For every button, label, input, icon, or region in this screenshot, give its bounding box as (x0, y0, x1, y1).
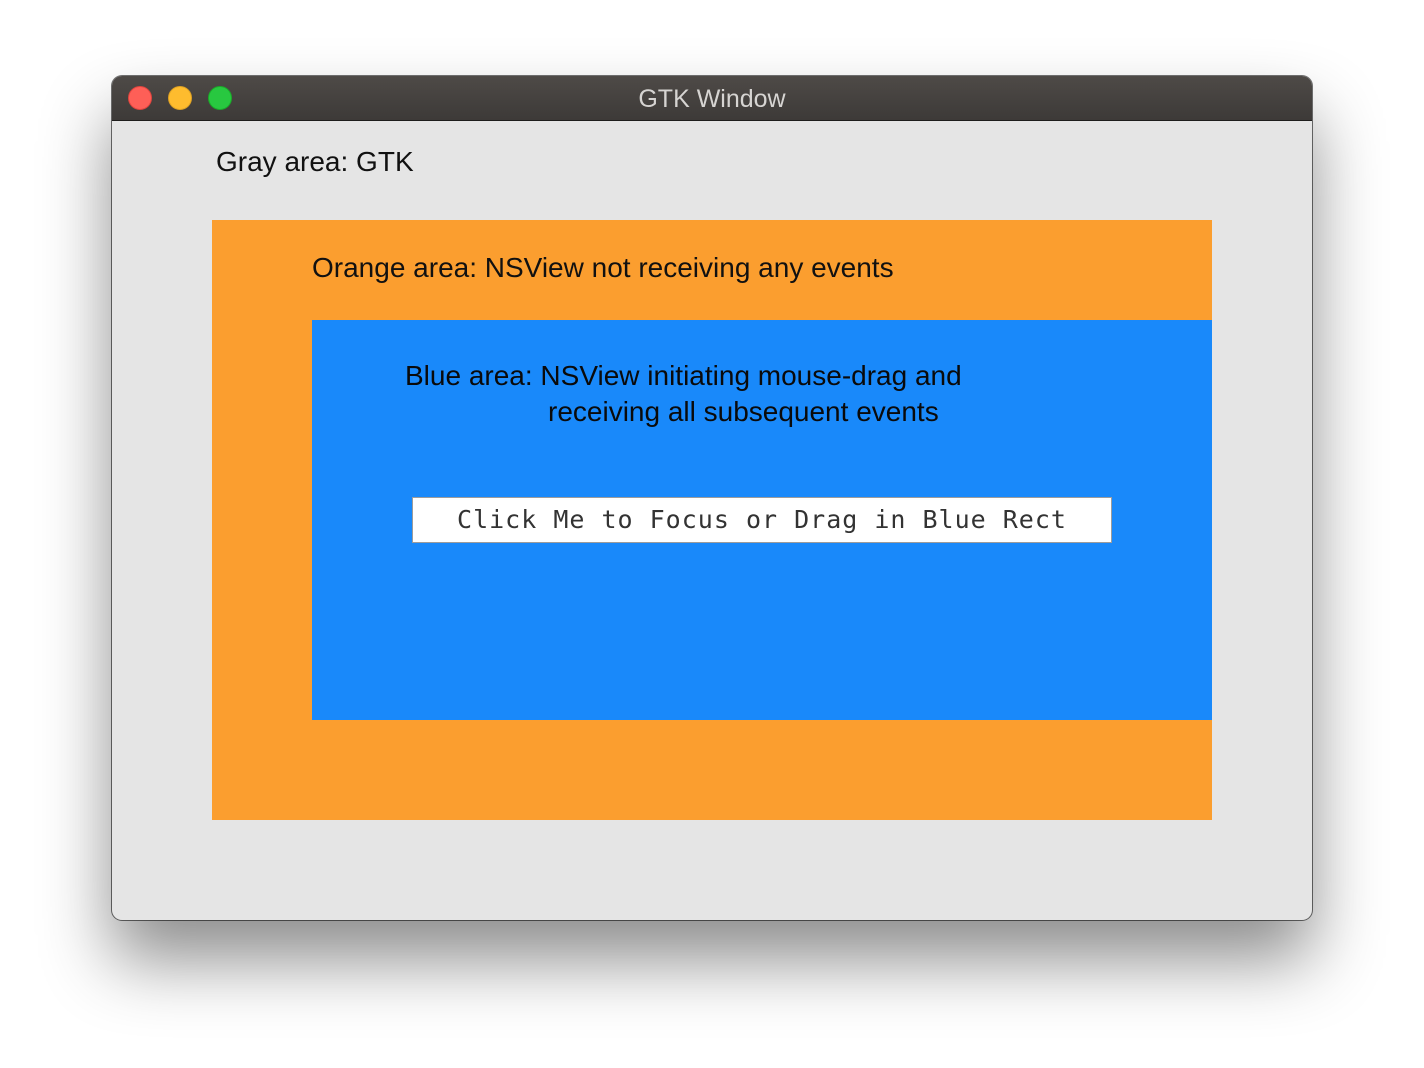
blue-area-label-line2: receiving all subsequent events (548, 396, 939, 427)
orange-area-label: Orange area: NSView not receiving any ev… (312, 252, 894, 283)
blue-area[interactable]: Blue area: NSView initiating mouse-drag … (312, 320, 1212, 720)
blue-area-label-line1: Blue area: NSView initiating mouse-drag … (405, 360, 962, 391)
gtk-window: GTK Window Gray area: GTK Orange area: N… (112, 76, 1312, 920)
orange-area[interactable]: Orange area: NSView not receiving any ev… (212, 220, 1212, 820)
focus-drag-button[interactable]: Click Me to Focus or Drag in Blue Rect (412, 497, 1112, 543)
title-bar[interactable]: GTK Window (112, 76, 1312, 121)
gray-area-label: Gray area: GTK (216, 146, 414, 177)
window-title: GTK Window (638, 85, 786, 113)
